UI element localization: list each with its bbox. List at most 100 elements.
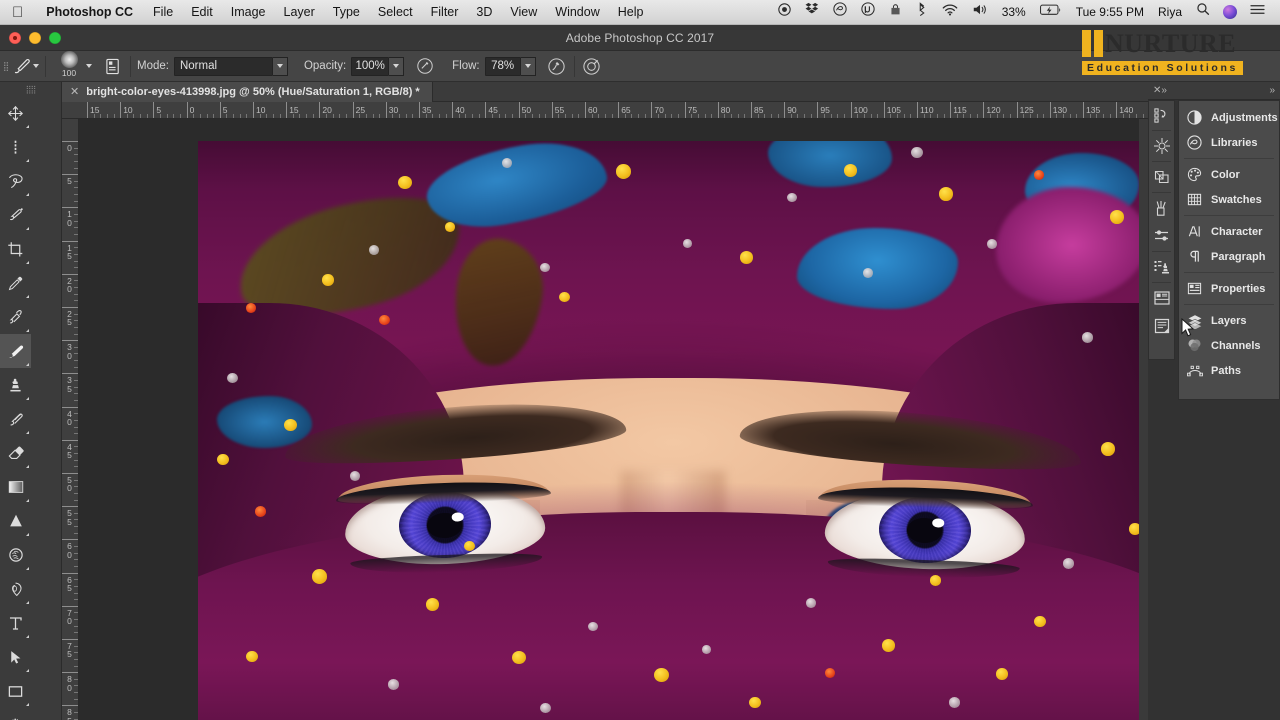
path-selection-tool[interactable] — [0, 640, 31, 674]
info-panel-icon[interactable] — [1149, 284, 1174, 312]
menu-item-3d[interactable]: 3D — [467, 0, 501, 25]
menu-item-image[interactable]: Image — [222, 0, 275, 25]
brush-settings-panel-icon[interactable] — [1149, 222, 1174, 250]
menu-item-layer[interactable]: Layer — [275, 0, 324, 25]
actions-panel-icon[interactable] — [1149, 132, 1174, 160]
brush-picker-caret-icon[interactable] — [86, 64, 92, 68]
spot-healing-brush-tool[interactable] — [0, 300, 31, 334]
flow-select[interactable]: 78% — [485, 57, 536, 76]
crop-tool[interactable] — [0, 232, 31, 266]
menu-bar-user[interactable]: Riya — [1151, 0, 1189, 25]
brush-settings-panel-icon[interactable] — [102, 55, 124, 77]
fabric-dot — [1101, 442, 1115, 455]
options-separator-2 — [130, 56, 131, 77]
panel-menu-item-paragraph[interactable]: Paragraph — [1179, 244, 1279, 269]
fabric-dot — [740, 251, 753, 264]
menu-item-view[interactable]: View — [501, 0, 546, 25]
panel-menu-item-paths[interactable]: Paths — [1179, 358, 1279, 383]
panel-menu-item-color[interactable]: Color — [1179, 162, 1279, 187]
fabric-dot — [787, 193, 797, 202]
bag-icon[interactable] — [882, 0, 909, 25]
history-panel-icon[interactable] — [1149, 101, 1174, 129]
menu-item-filter[interactable]: Filter — [422, 0, 468, 25]
quick-selection-tool[interactable] — [0, 198, 31, 232]
apple-icon[interactable]:  — [12, 5, 23, 20]
rectangle-tool[interactable] — [0, 674, 31, 708]
brush-size-preview[interactable]: 100 — [52, 51, 86, 82]
tools-panel-grip-icon[interactable]: ⣿⣿ — [0, 82, 61, 96]
ruler-label-v: 80 — [64, 675, 75, 692]
menu-item-window[interactable]: Window — [546, 0, 608, 25]
menu-item-edit[interactable]: Edit — [182, 0, 222, 25]
type-tool[interactable] — [0, 606, 31, 640]
record-icon[interactable] — [771, 0, 798, 25]
canvas-vertical-scrollbar[interactable] — [1139, 119, 1148, 720]
blend-mode-select[interactable]: Normal — [174, 57, 288, 76]
paths-bezier-icon — [1187, 363, 1207, 378]
vertical-ruler[interactable]: 051015202530354045505560657075808590 — [62, 119, 79, 720]
menu-item-help[interactable]: Help — [609, 0, 653, 25]
dropbox-icon[interactable] — [798, 0, 826, 25]
pressure-opacity-icon[interactable] — [414, 55, 436, 77]
fabric-dot — [246, 303, 256, 313]
ruler-label-h: 35 — [422, 106, 431, 114]
gradient-tool[interactable] — [0, 470, 31, 504]
document-tab[interactable]: ✕ bright-color-eyes-413998.jpg @ 50% (Hu… — [62, 82, 433, 102]
panel-menu-item-label: Properties — [1211, 283, 1265, 295]
collapse-dock-icon[interactable]: » — [1269, 85, 1275, 96]
airbrush-icon[interactable] — [546, 55, 568, 77]
panel-menu-item-swatches[interactable]: Swatches — [1179, 187, 1279, 212]
creative-cloud-icon[interactable] — [826, 0, 854, 25]
hand-tool[interactable] — [0, 708, 31, 720]
siri-icon[interactable] — [1223, 5, 1237, 19]
close-dock-icon[interactable]: ✕ — [1153, 85, 1161, 96]
menu-item-select[interactable]: Select — [369, 0, 422, 25]
spotlight-search-icon[interactable] — [1189, 0, 1217, 25]
pen-tool[interactable] — [0, 572, 31, 606]
horizontal-ruler[interactable]: 1510505101520253035404550556065707580859… — [62, 102, 1148, 119]
battery-charging-icon[interactable] — [1033, 0, 1069, 25]
move-tool[interactable] — [0, 96, 31, 130]
clone-stamp-tool[interactable] — [0, 368, 31, 402]
smoothing-icon[interactable] — [581, 55, 603, 77]
lasso-tool[interactable] — [0, 164, 31, 198]
options-bar-grip-icon[interactable]: ⣿ — [0, 51, 11, 82]
menu-item-photoshop-cc[interactable]: Photoshop CC — [37, 0, 144, 25]
battery-percent-label: 33% — [995, 0, 1033, 25]
layer-comps-panel-icon[interactable] — [1149, 163, 1174, 191]
panel-menu-item-adjustments[interactable]: Adjustments — [1179, 105, 1279, 130]
panel-menu-item-character[interactable]: Character — [1179, 219, 1279, 244]
opacity-label: Opacity: — [304, 60, 346, 72]
panel-menu-item-libraries[interactable]: Libraries — [1179, 130, 1279, 155]
menu-item-file[interactable]: File — [144, 0, 182, 25]
panel-menu-item-properties[interactable]: Properties — [1179, 276, 1279, 301]
mouse-pointer — [1181, 318, 1195, 343]
notes-panel-icon[interactable] — [1149, 312, 1174, 340]
ruler-label-v: 65 — [64, 576, 75, 593]
marquee-tool[interactable] — [0, 130, 31, 164]
brush-presets-panel-icon[interactable] — [1149, 194, 1174, 222]
notification-center-icon[interactable] — [1243, 0, 1272, 25]
ruler-label-h: 25 — [356, 106, 365, 114]
expand-dock-icon[interactable]: » — [1161, 85, 1167, 96]
canvas-area[interactable] — [79, 119, 1148, 720]
clone-source-panel-icon[interactable] — [1149, 253, 1174, 281]
brush-tool[interactable] — [0, 334, 31, 368]
document-image[interactable] — [198, 141, 1148, 720]
history-brush-tool[interactable] — [0, 402, 31, 436]
dodge-tool[interactable] — [0, 538, 31, 572]
bluetooth-icon[interactable] — [909, 0, 935, 25]
blur-tool[interactable] — [0, 504, 31, 538]
brush-preset-caret-icon[interactable] — [33, 64, 39, 68]
eraser-tool[interactable] — [0, 436, 31, 470]
menu-item-type[interactable]: Type — [324, 0, 369, 25]
application-title-bar: Adobe Photoshop CC 2017 — [0, 25, 1280, 51]
brush-tool-preset-icon[interactable] — [11, 55, 33, 77]
utorrent-icon[interactable] — [854, 0, 882, 25]
wifi-icon[interactable] — [935, 0, 965, 25]
volume-icon[interactable] — [965, 0, 995, 25]
close-tab-icon[interactable]: ✕ — [70, 85, 79, 98]
eyedropper-tool[interactable] — [0, 266, 31, 300]
menu-bar-clock[interactable]: Tue 9:55 PM — [1069, 0, 1151, 25]
opacity-select[interactable]: 100% — [351, 57, 404, 76]
